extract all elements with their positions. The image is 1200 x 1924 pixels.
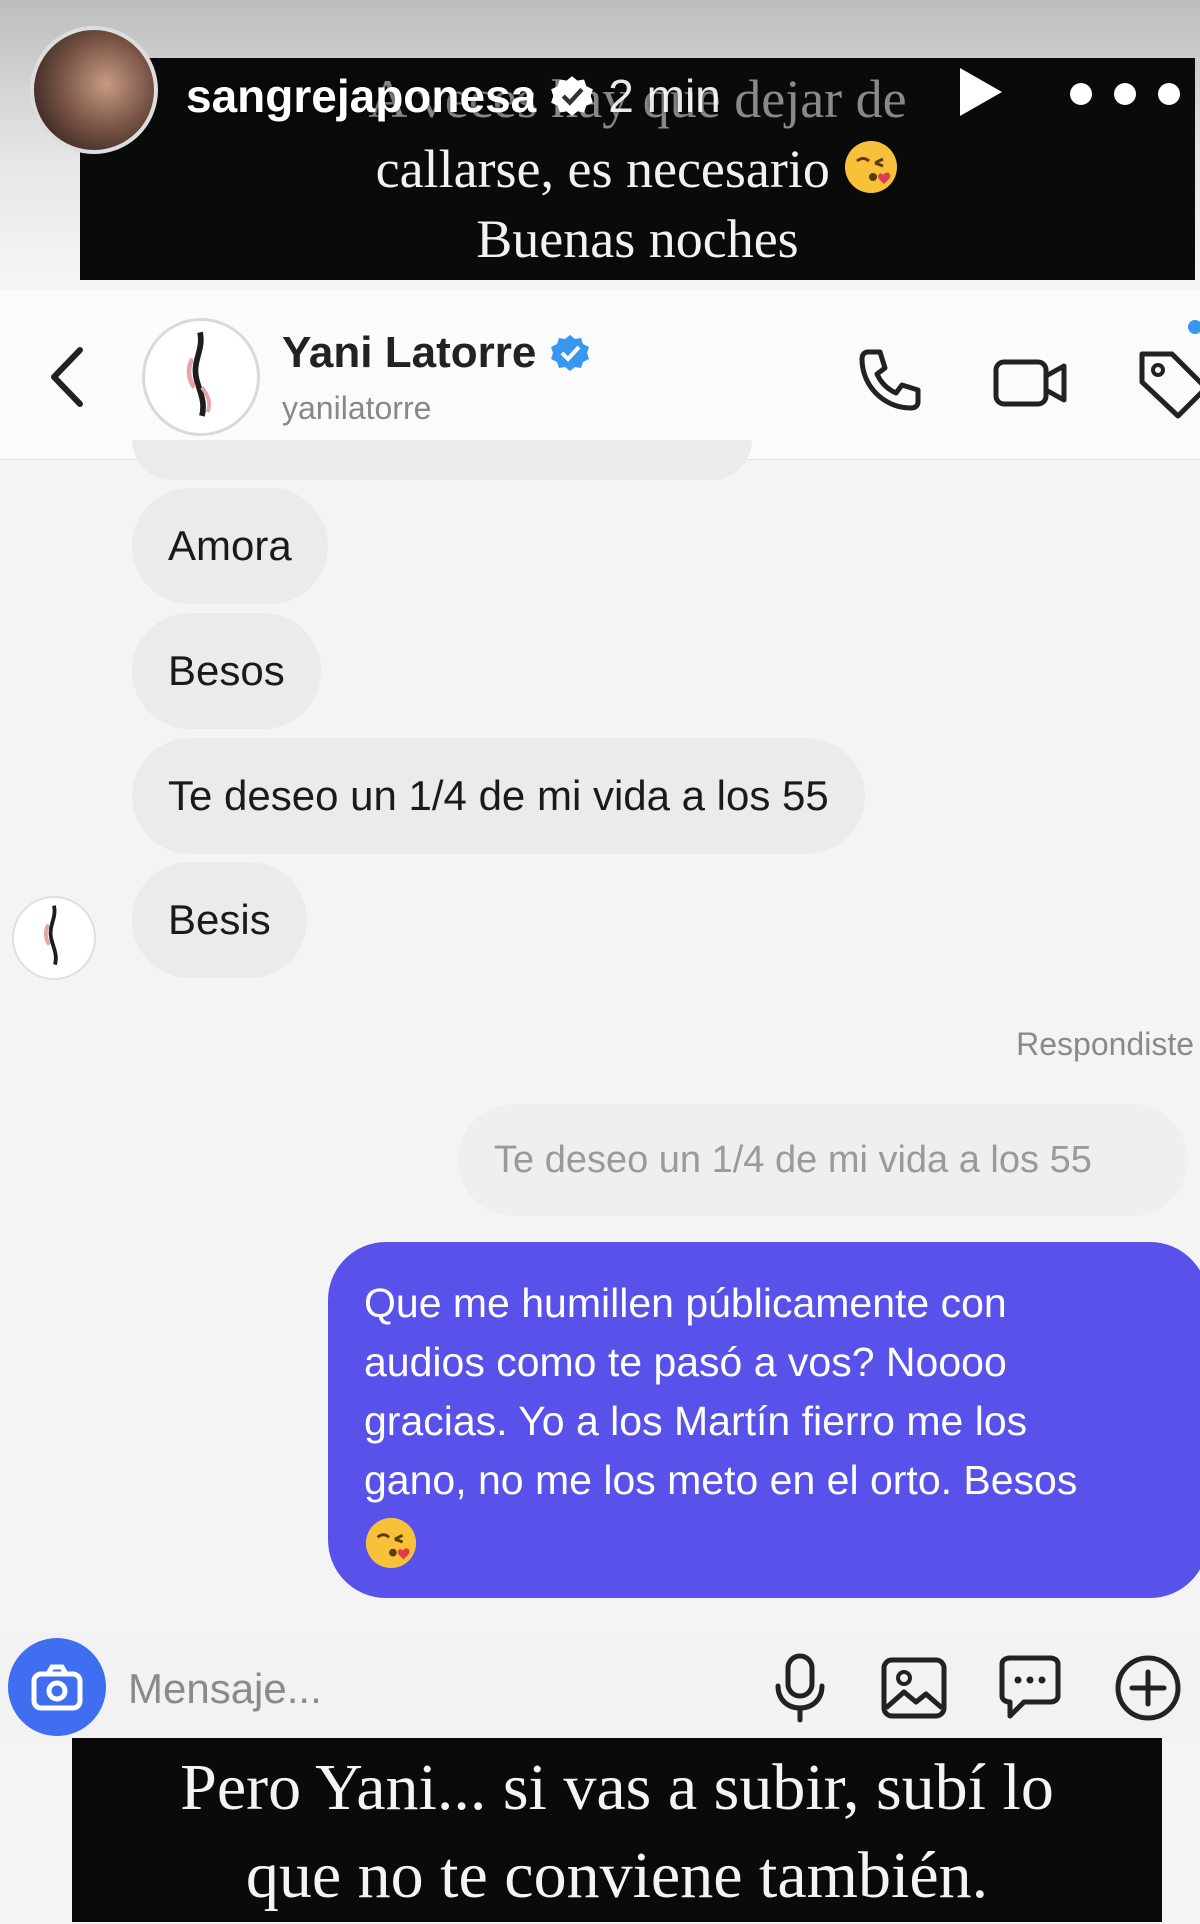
back-arrow-icon[interactable] bbox=[40, 342, 100, 412]
camera-button[interactable] bbox=[8, 1638, 106, 1736]
contact-name[interactable]: Yani Latorre bbox=[282, 328, 536, 378]
plus-circle-icon[interactable] bbox=[1110, 1650, 1186, 1726]
incoming-message[interactable]: Besis bbox=[132, 862, 307, 978]
caption-line: que no te conviene también. bbox=[245, 1839, 989, 1912]
story-time: 2 min bbox=[608, 70, 721, 122]
message-line: gracias. Yo a los Martín fierro me los bbox=[364, 1398, 1028, 1444]
message-line: gano, no me los meto en el orto. Besos bbox=[364, 1457, 1078, 1503]
message-bubble-partial bbox=[132, 440, 752, 480]
outgoing-message[interactable]: Que me humillen públicamente con audios … bbox=[328, 1242, 1200, 1598]
sender-avatar-image bbox=[44, 905, 58, 966]
sticker-icon[interactable] bbox=[992, 1650, 1068, 1726]
notification-dot bbox=[1188, 320, 1200, 334]
caption-line: callarse, es necesario bbox=[80, 134, 1195, 204]
more-options-icon[interactable] bbox=[1070, 66, 1180, 122]
caption-line: Buenas noches bbox=[476, 209, 799, 269]
verified-badge-icon bbox=[551, 76, 594, 116]
tag-icon[interactable] bbox=[1134, 342, 1200, 422]
message-input[interactable] bbox=[128, 1662, 628, 1716]
story-avatar[interactable] bbox=[30, 26, 158, 154]
contact-avatar-image bbox=[186, 331, 212, 417]
caption-line: Pero Yani... si vas a subir, subí lo bbox=[180, 1751, 1054, 1824]
message-line: Que me humillen públicamente con bbox=[364, 1280, 1007, 1326]
play-icon[interactable] bbox=[950, 64, 1006, 120]
video-call-icon[interactable] bbox=[990, 342, 1070, 422]
message-composer bbox=[0, 1632, 1200, 1742]
story-caption-bottom: Pero Yani... si vas a subir, subí lo que… bbox=[72, 1738, 1162, 1922]
story-username[interactable]: sangrejaponesa bbox=[186, 69, 536, 123]
sender-avatar[interactable] bbox=[12, 896, 96, 980]
contact-name-row: Yani Latorre bbox=[282, 328, 590, 378]
camera-icon bbox=[31, 1664, 83, 1711]
quoted-message[interactable]: Te deseo un 1/4 de mi vida a los 55 bbox=[458, 1104, 1188, 1216]
phone-call-icon[interactable] bbox=[848, 342, 928, 422]
kiss-emoji-icon bbox=[365, 1518, 417, 1569]
incoming-message[interactable]: Besos bbox=[132, 613, 321, 729]
verified-badge-icon bbox=[551, 335, 590, 371]
incoming-message[interactable]: Te deseo un 1/4 de mi vida a los 55 bbox=[132, 738, 865, 854]
contact-handle: yanilatorre bbox=[282, 390, 432, 426]
kiss-emoji-icon bbox=[845, 141, 898, 193]
microphone-icon[interactable] bbox=[762, 1650, 838, 1726]
story-user-row: sangrejaponesa 2 min bbox=[186, 66, 721, 126]
contact-avatar[interactable] bbox=[142, 318, 260, 436]
replied-label: Respondiste bbox=[1016, 1026, 1194, 1062]
dm-header: Yani Latorre yanilatorre bbox=[0, 290, 1200, 460]
incoming-message[interactable]: Amora bbox=[132, 488, 328, 604]
gallery-icon[interactable] bbox=[876, 1650, 952, 1726]
message-line: audios como te pasó a vos? Noooo bbox=[364, 1339, 1007, 1385]
